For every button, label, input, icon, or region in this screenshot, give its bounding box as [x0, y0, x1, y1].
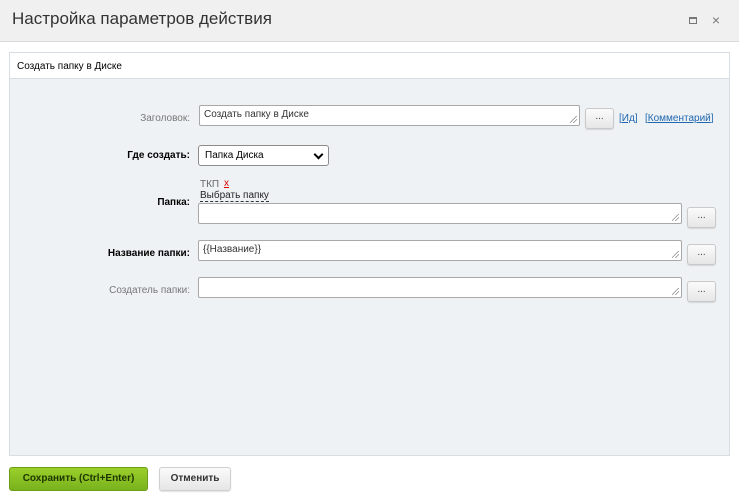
where-select-value: Папка Диска [205, 150, 264, 161]
close-icon[interactable]: × [709, 13, 723, 27]
heading-input[interactable]: Создать папку в Диске [199, 105, 580, 126]
chevron-down-icon [313, 149, 324, 160]
where-select[interactable]: Папка Диска [198, 145, 329, 166]
creator-input[interactable] [198, 277, 682, 298]
save-button[interactable]: Сохранить (Ctrl+Enter) [9, 467, 148, 491]
cancel-button[interactable]: Отменить [159, 467, 231, 491]
panel-header: Создать папку в Диске [10, 53, 729, 79]
where-label: Где создать: [127, 150, 190, 161]
folder-name-input[interactable]: {{Название}} [198, 240, 682, 261]
panel-title: Создать папку в Диске [17, 61, 122, 72]
dialog-title: Настройка параметров действия [12, 9, 272, 28]
resize-grip-icon[interactable] [672, 214, 679, 221]
comment-link[interactable]: [Комментарий] [645, 113, 714, 124]
maximize-icon[interactable] [686, 13, 700, 27]
folder-dots-button[interactable]: ... [687, 207, 716, 228]
heading-input-value: Создать папку в Диске [204, 109, 309, 120]
folder-name-input-value: {{Название}} [203, 244, 262, 255]
heading-dots-button[interactable]: ... [585, 108, 614, 129]
resize-grip-icon[interactable] [570, 116, 577, 123]
creator-label: Создатель папки: [109, 285, 190, 296]
folder-token: ТКП [200, 179, 220, 190]
pick-folder-link[interactable]: Выбрать папку [200, 190, 269, 202]
folder-token-remove[interactable]: x [224, 178, 229, 189]
folder-input[interactable] [198, 203, 682, 224]
folder-name-dots-button[interactable]: ... [687, 244, 716, 265]
id-link[interactable]: [Ид] [619, 113, 638, 124]
resize-grip-icon[interactable] [672, 288, 679, 295]
resize-grip-icon[interactable] [672, 251, 679, 258]
dialog-titlebar: Настройка параметров действия × [0, 0, 739, 42]
creator-dots-button[interactable]: ... [687, 281, 716, 302]
folder-name-label: Название папки: [107, 248, 190, 259]
folder-label: Папка: [157, 197, 190, 208]
heading-label: Заголовок: [140, 113, 190, 124]
